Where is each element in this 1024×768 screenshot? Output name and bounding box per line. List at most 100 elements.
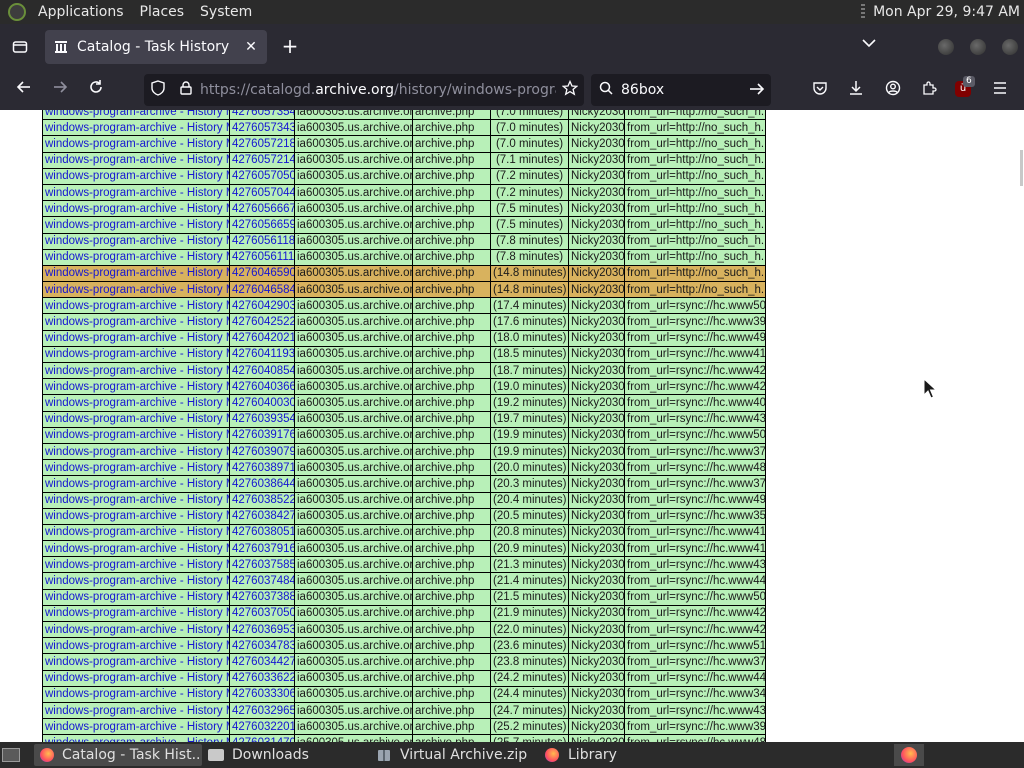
places-menu[interactable]: Places xyxy=(132,0,193,24)
identifier-link[interactable]: windows-program-archive - History Mgr xyxy=(45,300,229,312)
task-id-link[interactable]: 4276032965 xyxy=(232,705,294,717)
task-id-link[interactable]: 4276039354 xyxy=(232,413,294,425)
identifier-link[interactable]: windows-program-archive - History Mgr xyxy=(45,494,229,506)
taskbar-item-downloads[interactable]: Downloads xyxy=(202,744,370,766)
task-id-link[interactable]: 4276057214 xyxy=(232,154,294,166)
applications-menu[interactable]: Applications xyxy=(30,0,132,24)
identifier-link[interactable]: windows-program-archive - History Mgr xyxy=(45,316,229,328)
reload-button[interactable] xyxy=(84,78,108,102)
taskbar-item-catalog[interactable]: Catalog - Task Hist... xyxy=(34,744,202,766)
identifier-link[interactable]: windows-program-archive - History Mgr xyxy=(45,348,229,360)
url-bar[interactable]: https://catalogd.archive.org/history/win… xyxy=(144,74,584,106)
identifier-link[interactable]: windows-program-archive - History Mgr xyxy=(45,332,229,344)
task-id-link[interactable]: 4276038051 xyxy=(232,526,294,538)
task-id-link[interactable]: 4276042021 xyxy=(232,332,294,344)
identifier-link[interactable]: windows-program-archive - History Mgr xyxy=(45,526,229,538)
downloads-icon[interactable] xyxy=(846,80,866,100)
identifier-link[interactable]: windows-program-archive - History Mgr xyxy=(45,591,229,603)
identifier-link[interactable]: windows-program-archive - History Mgr xyxy=(45,170,229,182)
task-id-link[interactable]: 4276057044 xyxy=(232,187,294,199)
identifier-link[interactable]: windows-program-archive - History Mgr xyxy=(45,705,229,717)
identifier-link[interactable]: windows-program-archive - History Mgr xyxy=(45,154,229,166)
identifier-link[interactable]: windows-program-archive - History Mgr xyxy=(45,219,229,231)
bookmark-star-icon[interactable] xyxy=(556,79,584,100)
task-id-link[interactable]: 4276040366 xyxy=(232,381,294,393)
task-id-link[interactable]: 4276057343 xyxy=(232,122,294,134)
identifier-link[interactable]: windows-program-archive - History Mgr xyxy=(45,203,229,215)
task-id-link[interactable]: 4276038427 xyxy=(232,510,294,522)
task-id-link[interactable]: 4276056667 xyxy=(232,203,294,215)
identifier-link[interactable]: windows-program-archive - History Mgr xyxy=(45,656,229,668)
identifier-link[interactable]: windows-program-archive - History Mgr xyxy=(45,478,229,490)
tray-firefox-icon[interactable] xyxy=(894,744,924,766)
extensions-puzzle-icon[interactable] xyxy=(919,80,939,100)
search-bar[interactable]: 86box xyxy=(591,74,771,106)
identifier-link[interactable]: windows-program-archive - History Mgr xyxy=(45,607,229,619)
identifier-link[interactable]: windows-program-archive - History Mgr xyxy=(45,187,229,199)
search-input[interactable]: 86box xyxy=(621,82,743,98)
task-id-link[interactable]: 4276038644 xyxy=(232,478,294,490)
task-id-link[interactable]: 4276056111 xyxy=(232,251,294,263)
close-window-button[interactable] xyxy=(1002,39,1018,55)
new-tab-button[interactable]: + xyxy=(278,34,302,58)
identifier-link[interactable]: windows-program-archive - History Mgr xyxy=(45,446,229,458)
identifier-link[interactable]: windows-program-archive - History Mgr xyxy=(45,251,229,263)
task-id-link[interactable]: 4276042522 xyxy=(232,316,294,328)
identifier-link[interactable]: windows-program-archive - History Mgr xyxy=(45,267,229,279)
system-menu[interactable]: System xyxy=(192,0,260,24)
tab-catalog-task-history[interactable]: Catalog - Task History ✕ xyxy=(45,30,267,64)
task-id-link[interactable]: 4276038971 xyxy=(232,462,294,474)
identifier-link[interactable]: windows-program-archive - History Mgr xyxy=(45,688,229,700)
task-id-link[interactable]: 4276034427 xyxy=(232,656,294,668)
task-id-link[interactable]: 4276037585 xyxy=(232,559,294,571)
identifier-link[interactable]: windows-program-archive - History Mgr xyxy=(45,284,229,296)
identifier-link[interactable]: windows-program-archive - History Mgr xyxy=(45,429,229,441)
task-id-link[interactable]: 4276041193 xyxy=(232,348,294,360)
task-id-link[interactable]: 4276039176 xyxy=(232,429,294,441)
task-id-link[interactable]: 4276033622 xyxy=(232,672,294,684)
identifier-link[interactable]: windows-program-archive - History Mgr xyxy=(45,381,229,393)
taskbar-item-virtual-archive[interactable]: Virtual Archive.zip xyxy=(370,744,538,766)
minimize-button[interactable] xyxy=(938,39,954,55)
task-id-link[interactable]: 4276037484 xyxy=(232,575,294,587)
task-id-link[interactable]: 4276036953 xyxy=(232,624,294,636)
back-button[interactable] xyxy=(12,78,36,102)
task-id-link[interactable]: 4276037050 xyxy=(232,607,294,619)
task-id-link[interactable]: 4276039079 xyxy=(232,446,294,458)
identifier-link[interactable]: windows-program-archive - History Mgr xyxy=(45,510,229,522)
task-id-link[interactable]: 4276033306 xyxy=(232,688,294,700)
identifier-link[interactable]: windows-program-archive - History Mgr xyxy=(45,721,229,733)
identifier-link[interactable]: windows-program-archive - History Mgr xyxy=(45,138,229,150)
identifier-link[interactable]: windows-program-archive - History Mgr xyxy=(45,235,229,247)
identifier-link[interactable]: windows-program-archive - History Mgr xyxy=(45,397,229,409)
task-id-link[interactable]: 4276046584 xyxy=(232,284,294,296)
task-id-link[interactable]: 4276034783 xyxy=(232,640,294,652)
identifier-link[interactable]: windows-program-archive - History Mgr xyxy=(45,543,229,555)
account-icon[interactable] xyxy=(883,80,903,100)
task-id-link[interactable]: 4276057354 xyxy=(232,110,294,118)
identifier-link[interactable]: windows-program-archive - History Mgr xyxy=(45,110,229,118)
identifier-link[interactable]: windows-program-archive - History Mgr xyxy=(45,640,229,652)
taskbar-item-library[interactable]: Library xyxy=(538,744,706,766)
identifier-link[interactable]: windows-program-archive - History Mgr xyxy=(45,624,229,636)
task-id-link[interactable]: 4276046590 xyxy=(232,267,294,279)
task-id-link[interactable]: 4276038522 xyxy=(232,494,294,506)
task-id-link[interactable]: 4276056659 xyxy=(232,219,294,231)
identifier-link[interactable]: windows-program-archive - History Mgr xyxy=(45,462,229,474)
identifier-link[interactable]: windows-program-archive - History Mgr xyxy=(45,559,229,571)
maximize-button[interactable] xyxy=(970,39,986,55)
task-id-link[interactable]: 4276032201 xyxy=(232,721,294,733)
search-go-arrow-icon[interactable] xyxy=(743,81,771,100)
task-id-link[interactable]: 4276056118 xyxy=(232,235,294,247)
hamburger-menu-icon[interactable] xyxy=(990,80,1010,100)
lock-icon[interactable] xyxy=(172,81,200,99)
clock[interactable]: Mon Apr 29, 9:47 AM xyxy=(873,4,1020,20)
task-id-link[interactable]: 4276040854 xyxy=(232,365,294,377)
tracking-protection-shield-icon[interactable] xyxy=(144,80,172,100)
identifier-link[interactable]: windows-program-archive - History Mgr xyxy=(45,672,229,684)
forward-button[interactable] xyxy=(48,78,72,102)
show-desktop-icon[interactable] xyxy=(2,748,20,762)
close-icon[interactable]: ✕ xyxy=(243,39,259,55)
firefox-view-button[interactable] xyxy=(0,24,40,70)
distro-logo-icon[interactable] xyxy=(8,3,26,21)
